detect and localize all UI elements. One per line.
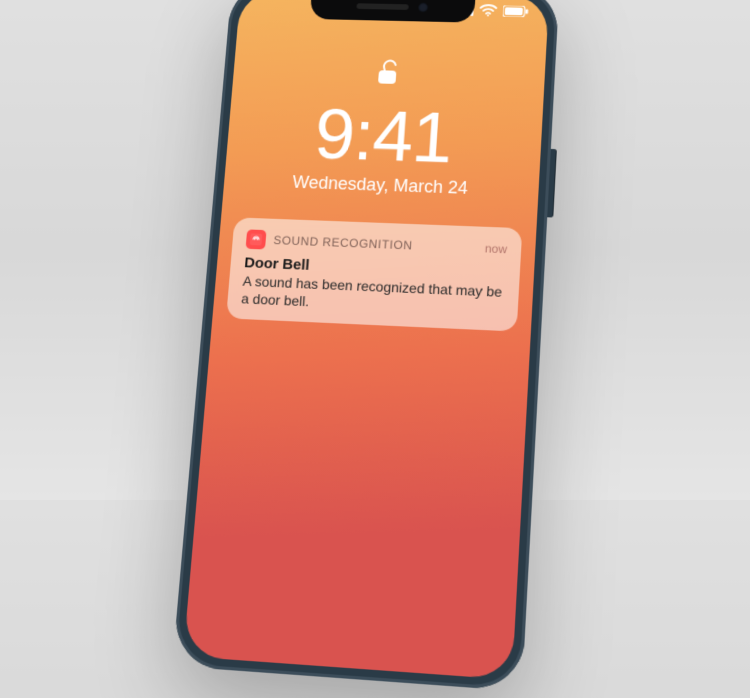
notification-header: SOUND RECOGNITION now (246, 229, 508, 259)
sound-recognition-icon (246, 229, 267, 249)
notification-app-name: SOUND RECOGNITION (273, 233, 477, 255)
lock-screen-content: 9:41 Wednesday, March 24 SOUND RECOGNITI… (212, 0, 549, 333)
front-camera (418, 3, 428, 13)
notification-timestamp: now (484, 242, 507, 257)
unlock-icon (375, 58, 401, 92)
wifi-icon (479, 4, 498, 21)
lock-screen[interactable]: 9:41 Wednesday, March 24 SOUND RECOGNITI… (183, 0, 549, 680)
speaker-grille (356, 3, 408, 10)
notch (310, 0, 476, 23)
battery-icon (502, 4, 529, 21)
lock-screen-time: 9:41 (226, 96, 544, 176)
phone-frame: 9:41 Wednesday, March 24 SOUND RECOGNITI… (172, 0, 559, 691)
notification-card[interactable]: SOUND RECOGNITION now Door Bell A sound … (226, 217, 522, 332)
side-button[interactable] (547, 149, 557, 218)
